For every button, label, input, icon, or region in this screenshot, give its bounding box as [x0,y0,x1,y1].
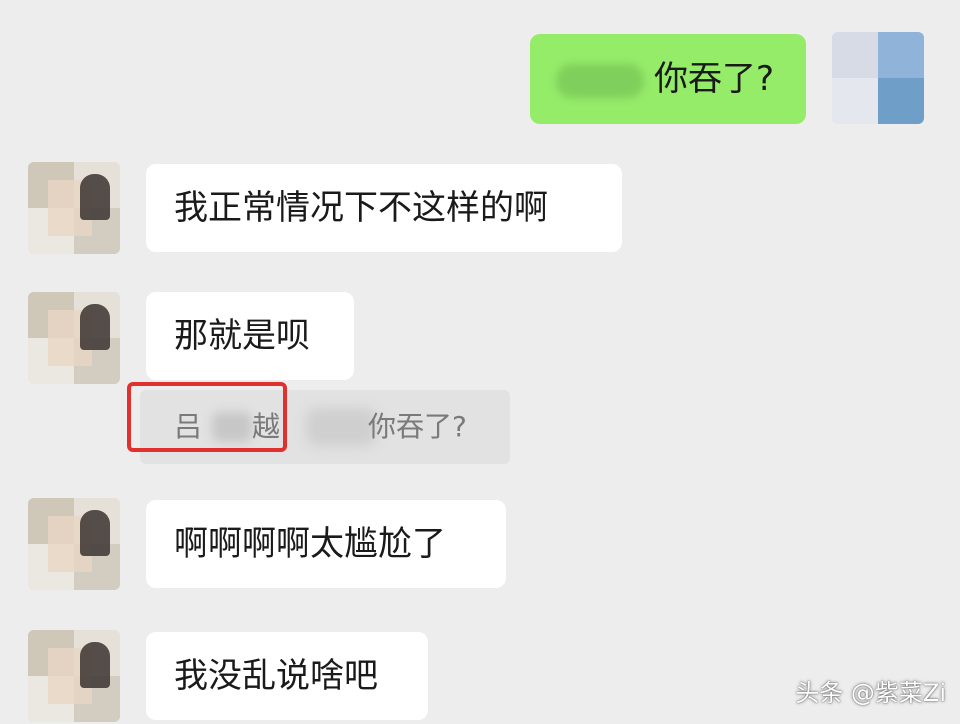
my-avatar[interactable] [832,32,924,124]
red-highlight-box [127,382,287,452]
outgoing-message-text: 你吞了? [654,59,775,99]
outgoing-message-bubble[interactable]: 你吞了? [530,34,806,124]
incoming-message-bubble[interactable]: 啊啊啊啊太尴尬了 [146,500,506,588]
incoming-message-text: 啊啊啊啊太尴尬了 [174,524,446,564]
blurred-name [306,408,376,446]
watermark: 头条 @紫菜Zi [795,679,946,707]
contact-avatar[interactable] [28,498,120,590]
incoming-message-text: 我没乱说啥吧 [174,656,378,696]
quoted-message-text: 你吞了? [368,410,467,443]
incoming-message-text: 那就是呗 [174,316,310,356]
blurred-name [556,63,644,98]
contact-avatar[interactable] [28,630,120,722]
incoming-message-text: 我正常情况下不这样的啊 [174,188,548,228]
contact-avatar[interactable] [28,162,120,254]
incoming-message-bubble[interactable]: 那就是呗 [146,292,354,380]
contact-avatar[interactable] [28,292,120,384]
incoming-message-bubble[interactable]: 我正常情况下不这样的啊 [146,164,622,252]
incoming-message-bubble[interactable]: 我没乱说啥吧 [146,632,428,720]
